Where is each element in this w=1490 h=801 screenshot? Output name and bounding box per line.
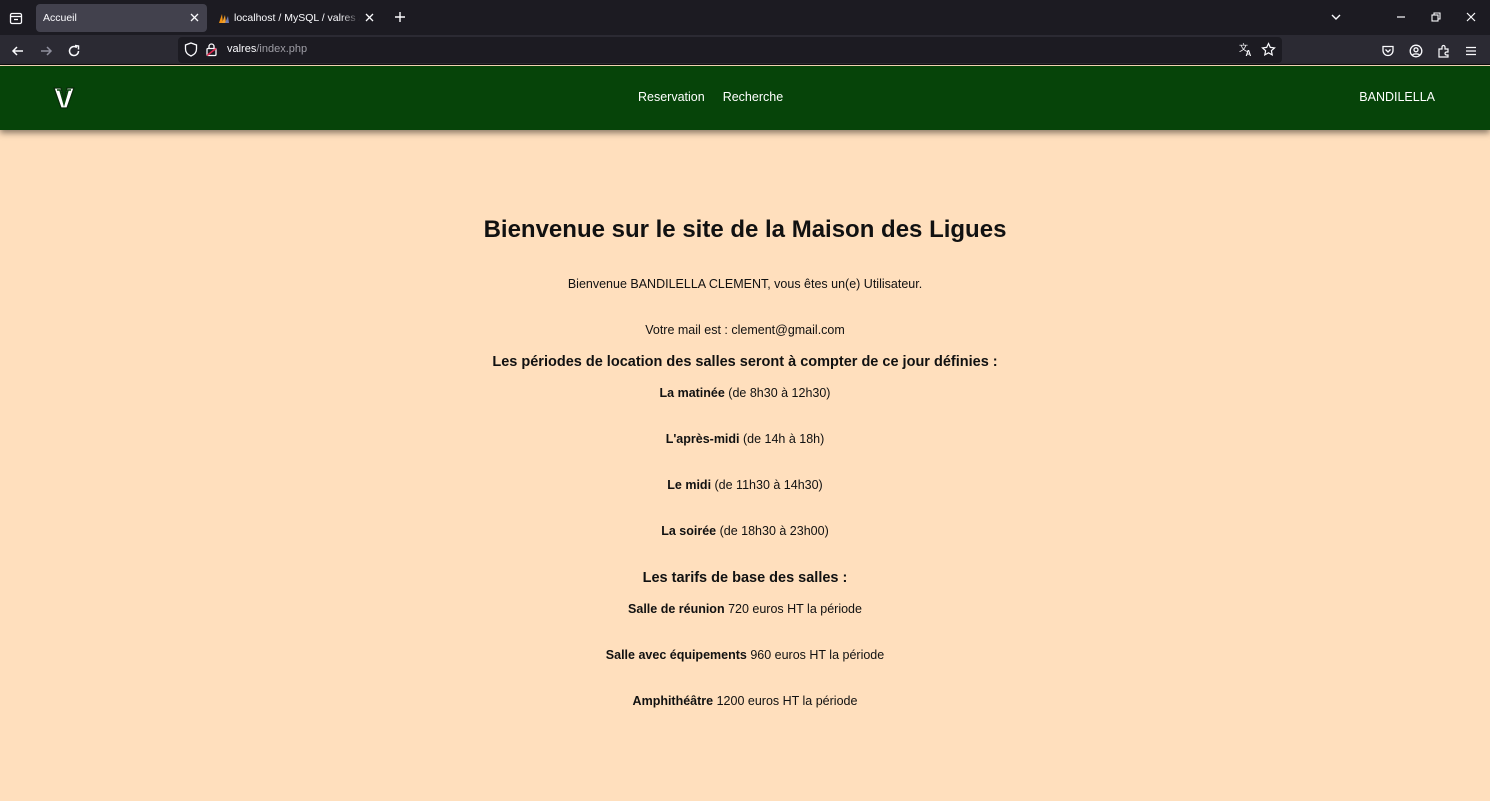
url-bar[interactable]: valres/index.php 文A — [178, 37, 1282, 63]
user-menu-link[interactable]: BANDILELLA — [1359, 90, 1435, 104]
room-price: 960 euros HT la période — [746, 648, 885, 662]
account-icon[interactable] — [1406, 41, 1426, 61]
period-name: La soirée — [661, 524, 717, 538]
prices-heading: Les tarifs de base des salles : — [642, 570, 848, 586]
url-path: /index.php — [256, 43, 308, 55]
shield-icon[interactable] — [184, 42, 198, 62]
reload-icon[interactable] — [64, 41, 84, 61]
star-icon[interactable] — [1261, 42, 1276, 62]
period-item: L'après-midi (de 14h à 18h) — [0, 432, 1490, 446]
main-menu: Reservation Recherche — [638, 90, 783, 104]
browser-navigation-bar: valres/index.php 文A — [0, 35, 1490, 65]
close-window-icon[interactable] — [1462, 8, 1480, 26]
url-host: valres — [227, 43, 257, 55]
phpmyadmin-favicon-icon — [218, 12, 230, 24]
lock-icon[interactable] — [205, 42, 218, 62]
minimize-icon[interactable] — [1392, 8, 1410, 26]
periods-heading: Les périodes de location des salles sero… — [492, 354, 998, 370]
price-item: Amphithéâtre 1200 euros HT la période — [0, 694, 1490, 708]
tab-accueil[interactable]: Accueil — [36, 4, 207, 32]
period-hours: (de 18h30 à 23h00) — [716, 524, 829, 538]
price-item: Salle de réunion 720 euros HT la période — [0, 602, 1490, 616]
price-item: Salle avec équipements 960 euros HT la p… — [0, 648, 1490, 662]
tab-list-icon[interactable] — [6, 8, 26, 28]
nav-recherche-link[interactable]: Recherche — [723, 90, 783, 104]
room-name: Amphithéâtre — [632, 694, 714, 708]
room-price: 1200 euros HT la période — [713, 694, 858, 708]
period-name: Le midi — [667, 478, 712, 492]
extensions-icon[interactable] — [1434, 41, 1454, 61]
svg-text:A: A — [1246, 49, 1252, 57]
welcome-message: Bienvenue BANDILELLA CLEMENT, vous êtes … — [567, 277, 923, 291]
logo-icon[interactable] — [52, 85, 76, 111]
site-header: Reservation Recherche BANDILELLA — [0, 66, 1490, 130]
chevron-down-icon[interactable] — [1327, 8, 1345, 26]
pocket-icon[interactable] — [1378, 41, 1398, 61]
user-email: Votre mail est : clement@gmail.com — [645, 323, 845, 337]
url-text[interactable]: valres/index.php — [227, 43, 307, 55]
room-price: 720 euros HT la période — [724, 602, 862, 616]
hamburger-menu-icon[interactable] — [1461, 41, 1481, 61]
period-name: La matinée — [659, 386, 725, 400]
period-hours: (de 14h à 18h) — [739, 432, 825, 446]
room-name: Salle de réunion — [628, 602, 725, 616]
period-item: La soirée (de 18h30 à 23h00) — [0, 524, 1490, 538]
close-icon[interactable] — [362, 10, 376, 24]
tab-title: Accueil — [43, 12, 77, 24]
back-arrow-icon[interactable] — [8, 41, 28, 61]
close-icon[interactable] — [187, 10, 201, 24]
tab-title: localhost / MySQL / valres / utilisateur — [234, 12, 360, 24]
period-item: Le midi (de 11h30 à 14h30) — [0, 478, 1490, 492]
period-hours: (de 8h30 à 12h30) — [724, 386, 831, 400]
nav-reservation-link[interactable]: Reservation — [638, 90, 705, 104]
plus-icon[interactable] — [391, 8, 409, 26]
period-hours: (de 11h30 à 14h30) — [711, 478, 823, 492]
period-item: La matinée (de 8h30 à 12h30) — [0, 386, 1490, 400]
period-name: L'après-midi — [665, 432, 740, 446]
page-title: Bienvenue sur le site de la Maison des L… — [483, 216, 1007, 243]
tab-phpmyadmin[interactable]: localhost / MySQL / valres / utilisateur — [213, 4, 382, 32]
room-name: Salle avec équipements — [605, 648, 747, 662]
browser-tab-bar: Accueil localhost / MySQL / valres / uti… — [0, 0, 1490, 35]
translate-icon[interactable]: 文A — [1239, 42, 1254, 62]
forward-arrow-icon[interactable] — [36, 41, 56, 61]
restore-icon[interactable] — [1427, 8, 1445, 26]
